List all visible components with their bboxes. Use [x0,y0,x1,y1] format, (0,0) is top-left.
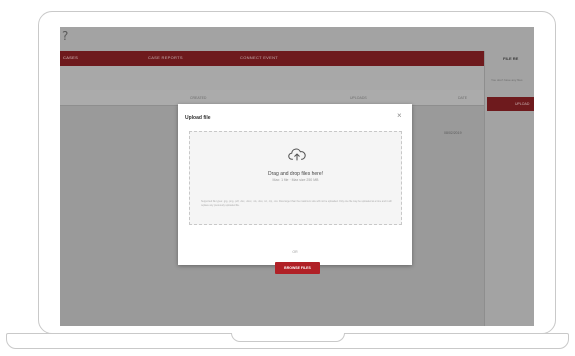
laptop-screen: ? CASES CASE REPORTS CONNECT EVENT CREAT… [60,27,534,326]
close-icon[interactable]: × [397,112,402,120]
side-panel-title: FILE RE [503,56,519,61]
table-row-date: 08/02/2019 [444,131,462,135]
nav-item-case-reports[interactable]: CASE REPORTS [148,55,183,60]
drop-zone-title: Drag and drop files here! [267,171,324,177]
file-drop-zone[interactable]: Drag and drop files here! Max: 1 file · … [189,131,402,225]
laptop-notch [231,333,345,342]
or-separator: OR [292,250,298,254]
column-header-date[interactable]: DATE [458,96,467,100]
app-header: ? [60,27,534,51]
column-header-uploads[interactable]: UPLOADS [350,96,367,100]
nav-item-cases[interactable]: CASES [63,55,78,60]
upload-file-modal: Upload file × Drag and drop files here! … [178,104,412,274]
file-side-panel: FILE RE You don't have any files UPLOAD [484,51,534,326]
cloud-upload-icon [288,148,306,161]
main-nav: CASES CASE REPORTS CONNECT EVENT [60,51,484,66]
nav-item-connect-event[interactable]: CONNECT EVENT [240,55,278,60]
side-panel-empty-text: You don't have any files [491,78,523,82]
drop-zone-note: Supported file types: .jpg, .png, .pdf, … [201,200,392,207]
column-header-created[interactable]: CREATED [190,96,206,100]
drop-zone-subtitle: Max: 1 file · Max size 250 MB [272,178,319,182]
app-logo[interactable]: ? [62,29,68,43]
browse-files-button[interactable]: BROWSE FILES [275,262,320,274]
sub-toolbar [60,66,484,90]
side-upload-button[interactable]: UPLOAD [487,97,534,111]
modal-title: Upload file [185,115,211,121]
side-upload-button-label: UPLOAD [515,102,530,106]
